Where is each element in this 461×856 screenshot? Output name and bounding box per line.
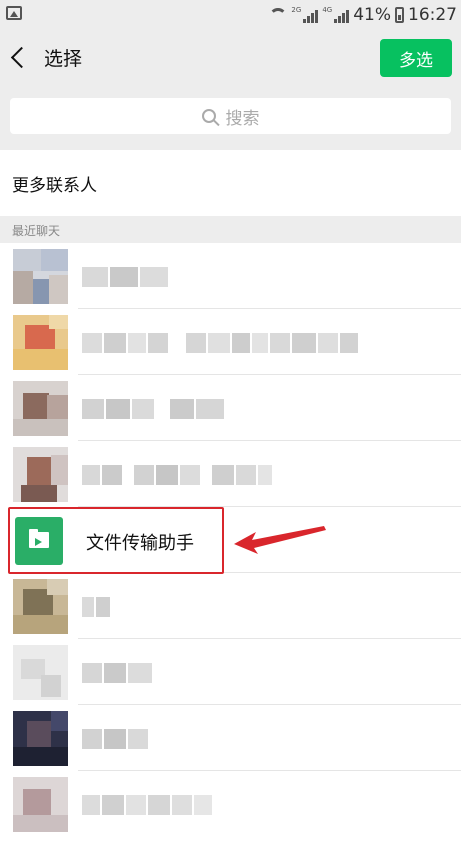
page-title: 选择 [44,48,83,70]
blurred-contact-name [82,267,168,287]
highlight-box [8,507,224,574]
multi-select-button[interactable]: 多选 [380,39,452,77]
wifi-icon [269,8,288,22]
list-item[interactable] [0,771,461,837]
avatar [13,711,68,766]
clock: 16:27 [408,5,457,25]
network-label-4g: 4G [322,6,333,14]
blurred-contact-name [82,333,358,353]
blurred-contact-name [82,597,110,617]
search-placeholder: 搜索 [225,108,260,129]
list-item[interactable] [0,639,461,705]
top-bar: 选择 多选 [0,30,461,86]
blurred-contact-name [82,663,152,683]
back-arrow-icon[interactable] [10,46,33,69]
avatar [13,249,68,304]
signal-icon-secondary: 4G [322,6,350,23]
more-contacts-item[interactable]: 更多联系人 [0,150,461,216]
signal-icon: 2G [291,6,319,23]
search-bar[interactable]: 搜索 [10,98,451,134]
list-item[interactable] [0,705,461,771]
annotation-arrow-icon [234,526,326,554]
blurred-contact-name [82,465,272,485]
list-item[interactable] [0,309,461,375]
avatar [13,381,68,436]
list-item[interactable] [0,243,461,309]
avatar [13,579,68,634]
list-item[interactable] [0,441,461,507]
blurred-contact-name [82,795,212,815]
blurred-contact-name [82,399,224,419]
avatar [13,447,68,502]
more-contacts-label: 更多联系人 [12,175,97,196]
avatar [13,777,68,832]
blurred-contact-name [82,729,148,749]
status-bar: 2G 4G 41% 16:27 [0,0,461,30]
battery-percent: 41% [353,5,391,25]
battery-icon [395,7,404,23]
gallery-notification-icon [6,6,22,20]
network-label-2g: 2G [291,6,302,14]
status-icons: 2G 4G 41% 16:27 [269,3,457,27]
list-item[interactable] [0,573,461,639]
avatar [13,315,68,370]
recent-chats-header: 最近聊天 [12,224,61,238]
avatar [13,645,68,700]
search-icon [201,109,216,123]
list-item[interactable] [0,375,461,441]
